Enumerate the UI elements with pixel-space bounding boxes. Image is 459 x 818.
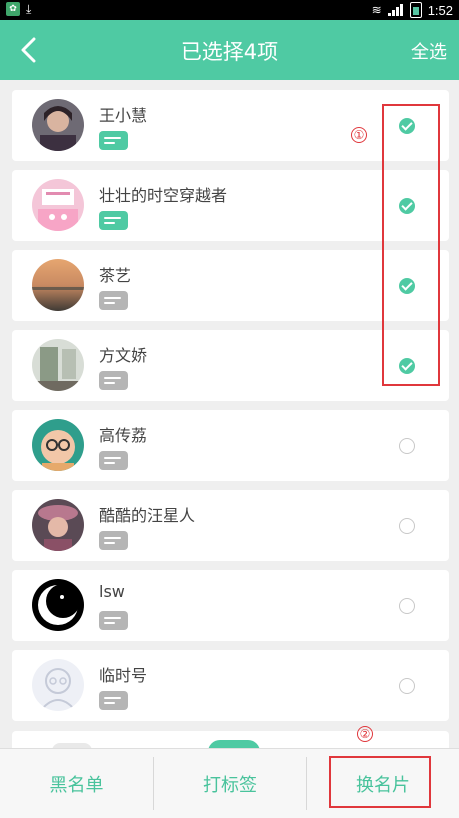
card-icon <box>99 611 128 630</box>
annotation-box-swap-card <box>329 756 431 808</box>
avatar <box>32 659 84 711</box>
avatar <box>32 339 84 391</box>
blacklist-button[interactable]: 黑名单 <box>0 749 153 818</box>
avatar <box>32 499 84 551</box>
checkbox-unchecked[interactable] <box>399 518 415 534</box>
wifi-icon: ≋ <box>371 3 382 17</box>
card-icon <box>99 691 128 710</box>
list-item[interactable]: 酷酷的汪星人 <box>12 490 449 561</box>
app-header: 已选择4项 全选 <box>0 20 459 80</box>
contact-name: 王小慧 <box>99 106 148 125</box>
annotation-label-1: ① <box>351 127 367 143</box>
tag-button[interactable]: 打标签 <box>154 749 306 818</box>
contact-name: lsw <box>99 582 125 601</box>
card-icon <box>99 291 128 310</box>
status-bar: ✿ ⤓ ≋ 1:52 <box>0 0 459 20</box>
contact-name: 高传荔 <box>99 426 148 445</box>
list-item[interactable]: lsw <box>12 570 449 641</box>
contact-name: 临时号 <box>99 666 148 685</box>
card-icon <box>99 371 128 390</box>
checkbox-unchecked[interactable] <box>399 678 415 694</box>
avatar <box>32 259 84 311</box>
annotation-label-2: ② <box>357 726 373 742</box>
battery-icon <box>409 2 422 18</box>
list-item[interactable]: 临时号 <box>12 650 449 721</box>
card-icon <box>99 451 128 470</box>
checkbox-unchecked[interactable] <box>399 598 415 614</box>
checkbox-unchecked[interactable] <box>399 438 415 454</box>
download-icon: ⤓ <box>26 2 32 16</box>
contact-name: 方文娇 <box>99 346 148 365</box>
avatar <box>32 419 84 471</box>
contact-name: 茶艺 <box>99 266 132 285</box>
list-item[interactable]: 高传荔 <box>12 410 449 481</box>
app-icon: ✿ <box>6 2 20 16</box>
card-icon <box>99 531 128 550</box>
contact-name: 壮壮的时空穿越者 <box>99 186 228 205</box>
contact-name: 酷酷的汪星人 <box>99 506 196 525</box>
card-icon <box>99 131 128 150</box>
card-icon <box>99 211 128 230</box>
select-all-button[interactable]: 全选 <box>411 38 447 64</box>
avatar <box>32 179 84 231</box>
page-title: 已选择4项 <box>180 40 279 64</box>
annotation-box-checkboxes <box>382 104 440 386</box>
clock: 1:52 <box>427 2 453 18</box>
signal-icon <box>387 4 404 16</box>
avatar <box>32 99 84 151</box>
avatar <box>32 579 84 631</box>
